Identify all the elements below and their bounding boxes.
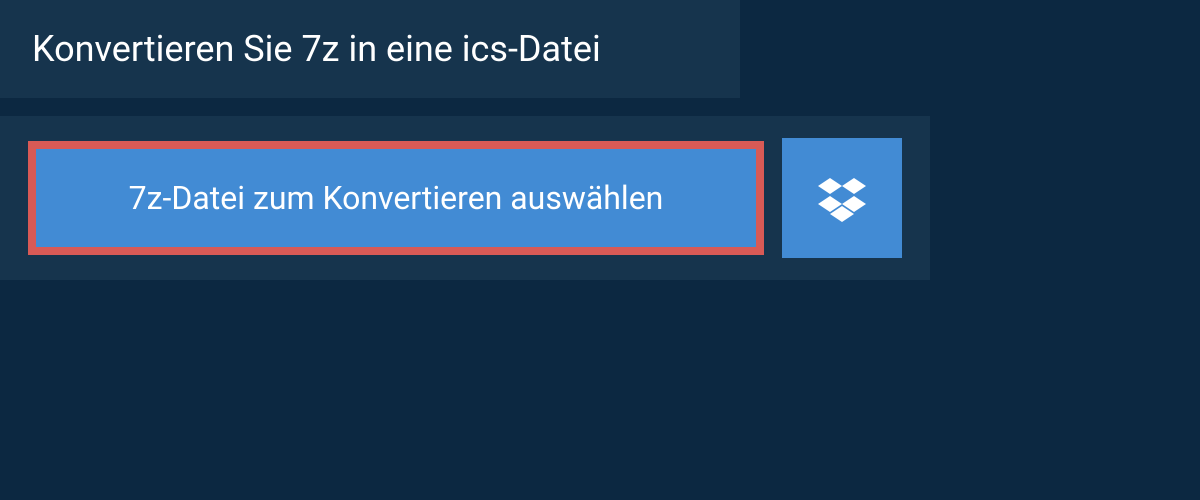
page-title: Konvertieren Sie 7z in eine ics-Datei: [32, 28, 708, 70]
select-file-button-label: 7z-Datei zum Konvertieren auswählen: [129, 179, 664, 217]
dropbox-button[interactable]: [782, 138, 902, 258]
header-panel: Konvertieren Sie 7z in eine ics-Datei: [0, 0, 740, 98]
dropbox-icon: [818, 174, 866, 222]
upload-panel: 7z-Datei zum Konvertieren auswählen: [0, 116, 930, 280]
select-file-button[interactable]: 7z-Datei zum Konvertieren auswählen: [28, 141, 764, 255]
